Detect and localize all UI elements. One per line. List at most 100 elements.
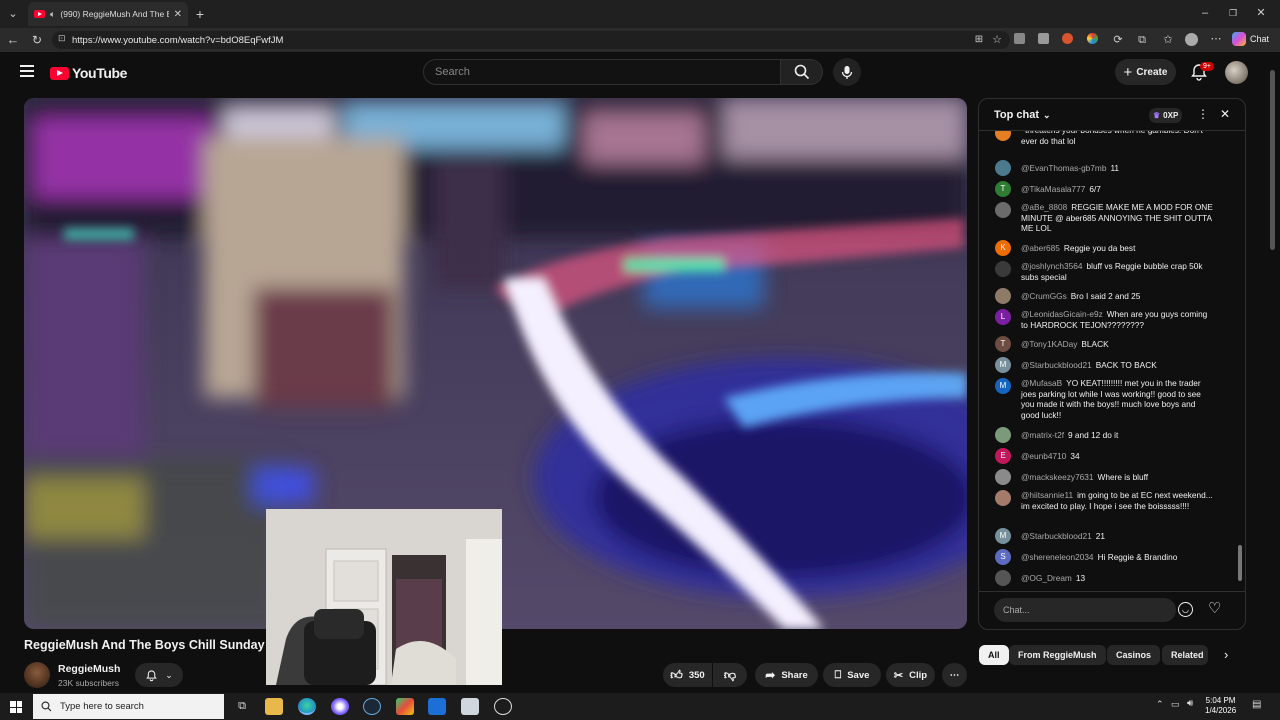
create-button[interactable]: + Create <box>1115 59 1176 85</box>
chip-casinos[interactable]: Casinos <box>1107 645 1161 665</box>
chat-divider <box>979 591 1245 592</box>
more-menu-icon[interactable]: ⋯ <box>1209 32 1223 46</box>
chat-avatar: L <box>995 309 1011 325</box>
subscriber-count: 23K subscribers <box>58 678 119 688</box>
restore-icon[interactable]: ❐ <box>1226 6 1240 20</box>
messenger-icon[interactable] <box>331 698 349 715</box>
refresh-icon[interactable]: ↻ <box>30 33 44 47</box>
new-tab-icon[interactable]: + <box>193 7 207 21</box>
window-close-icon[interactable]: ✕ <box>1254 6 1268 20</box>
profile-icon[interactable] <box>1185 33 1198 46</box>
chat-avatar: M <box>995 528 1011 544</box>
chat-message: threatens your bonuses when he gambles. … <box>995 131 1215 146</box>
chat-author: @mackskeezy7631 <box>1021 472 1094 482</box>
speaker-icon[interactable]: 🔈︎ <box>50 9 55 20</box>
clip-button[interactable]: ✂ Clip <box>886 663 935 687</box>
extension-a-icon[interactable] <box>1014 33 1025 44</box>
dislike-button[interactable]: 👎︎ <box>713 663 747 687</box>
chat-message: S @shereneleon2034 Hi Reggie & Brandino <box>995 549 1215 565</box>
chevron-down-icon: ⌄ <box>1043 109 1051 120</box>
windows-start-icon[interactable] <box>10 701 22 713</box>
more-actions-button[interactable]: ⋯ <box>942 663 967 687</box>
steam-icon[interactable] <box>363 698 381 715</box>
chat-text: BLACK <box>1081 339 1109 349</box>
taskbar-search[interactable]: Type here to search <box>33 694 224 719</box>
chip-related[interactable]: Related <box>1162 645 1208 665</box>
extensions-puzzle-icon[interactable]: ⟳ <box>1111 33 1125 47</box>
task-view-icon[interactable]: ⧉ <box>233 698 251 715</box>
chat-message: M @Starbuckblood21 BACK TO BACK <box>995 357 1215 373</box>
extension-d-icon[interactable] <box>1087 33 1098 44</box>
mail-icon[interactable] <box>428 698 446 715</box>
emoji-icon[interactable]: ◡ <box>1178 602 1193 617</box>
copilot-chat-button[interactable]: Chat <box>1232 32 1269 46</box>
page-scrollbar[interactable] <box>1270 70 1275 250</box>
create-label: Create <box>1136 66 1168 78</box>
chat-avatar: T <box>995 181 1011 197</box>
chat-message: @hiitsannie11 im going to be at EC next w… <box>995 490 1215 511</box>
split-screen-icon[interactable]: ⧉ <box>1135 33 1149 47</box>
taskbar-clock[interactable]: 5:04 PM 1/4/2026 <box>1205 696 1236 716</box>
like-button[interactable]: 👍︎ 350 <box>663 663 712 687</box>
favorites-icon[interactable]: ✩ <box>1161 33 1175 47</box>
chat-author: @matrix-t2f <box>1021 430 1064 440</box>
chips-next-icon[interactable]: › <box>1224 647 1228 662</box>
photos-icon[interactable] <box>461 698 479 715</box>
network-icon[interactable]: ▭ <box>1171 699 1180 710</box>
chat-close-icon[interactable]: ✕ <box>1220 107 1230 121</box>
notification-center-icon[interactable]: ▤ <box>1252 699 1261 710</box>
chat-author: @OG_Dream <box>1021 573 1072 583</box>
save-button[interactable]: ⎕ Save <box>823 663 881 687</box>
extension-b-icon[interactable] <box>1038 33 1049 44</box>
back-icon[interactable]: ← <box>6 33 20 47</box>
channel-avatar[interactable] <box>24 662 50 688</box>
subscription-bell-button[interactable]: ⌄ <box>135 663 183 687</box>
browser-tab[interactable]: 🔈︎ (990) ReggieMush And The B ✕ <box>28 2 188 26</box>
edge-browser-icon[interactable] <box>298 698 316 715</box>
share-button[interactable]: ➦ Share <box>755 663 818 687</box>
tab-list-icon[interactable]: ⌄ <box>6 7 20 21</box>
file-explorer-icon[interactable] <box>265 698 283 715</box>
minimize-icon[interactable]: – <box>1198 6 1212 20</box>
favorite-star-icon[interactable]: ☆ <box>990 33 1004 47</box>
channel-name[interactable]: ReggieMush <box>58 663 120 675</box>
volume-icon[interactable]: 🔊︎ <box>1187 698 1193 709</box>
plus-icon: + <box>1123 63 1133 81</box>
url-field[interactable]: ⊡ https://www.youtube.com/watch?v=bdO8Eq… <box>52 31 1010 49</box>
chat-avatar <box>995 202 1011 218</box>
chat-author: @aber685 <box>1021 243 1060 253</box>
chat-scrollbar[interactable] <box>1238 545 1242 581</box>
extension-c-icon[interactable] <box>1062 33 1073 44</box>
chat-text: Bro I said 2 and 25 <box>1070 291 1141 301</box>
search-button[interactable] <box>781 59 823 85</box>
clock-app-icon[interactable] <box>494 698 512 715</box>
voice-search-button[interactable] <box>833 58 861 86</box>
user-avatar[interactable] <box>1225 61 1248 84</box>
copilot-chat-label: Chat <box>1250 34 1270 44</box>
chat-text: 9 and 12 do it <box>1068 430 1119 440</box>
heart-icon[interactable]: ♡ <box>1208 599 1221 617</box>
chip-all[interactable]: All <box>979 645 1009 665</box>
chat-message: T @Tony1KADay BLACK <box>995 336 1215 352</box>
hamburger-menu-icon[interactable] <box>20 65 34 77</box>
chip-from-channel[interactable]: From ReggieMush <box>1009 645 1106 665</box>
app-available-icon[interactable]: ⊞ <box>972 33 986 47</box>
chat-avatar <box>995 131 1011 141</box>
bookmark-icon: ⎕ <box>834 668 842 681</box>
top-chat-dropdown[interactable]: Top chat ⌄ <box>994 109 1051 121</box>
tray-chevron-icon[interactable]: ⌃ <box>1156 699 1164 710</box>
chat-avatar: S <box>995 549 1011 565</box>
chat-input[interactable]: Chat... <box>994 598 1176 622</box>
tab-close-icon[interactable]: ✕ <box>174 9 182 20</box>
chat-author: @MufasaB <box>1021 378 1063 388</box>
search-input[interactable]: Search <box>423 59 781 85</box>
webcam-overlay <box>266 509 502 685</box>
chat-more-icon[interactable]: ⋮ <box>1197 107 1209 121</box>
address-bar-row: ← ↻ ⊡ https://www.youtube.com/watch?v=bd… <box>0 28 1280 52</box>
share-arrow-icon: ➦ <box>765 668 776 682</box>
xp-badge[interactable]: ♛ 0XP <box>1149 108 1183 123</box>
microphone-icon <box>841 65 853 79</box>
app-icon[interactable] <box>396 698 414 715</box>
lock-icon: ⊡ <box>58 33 66 43</box>
youtube-logo[interactable]: YouTube <box>50 65 127 81</box>
